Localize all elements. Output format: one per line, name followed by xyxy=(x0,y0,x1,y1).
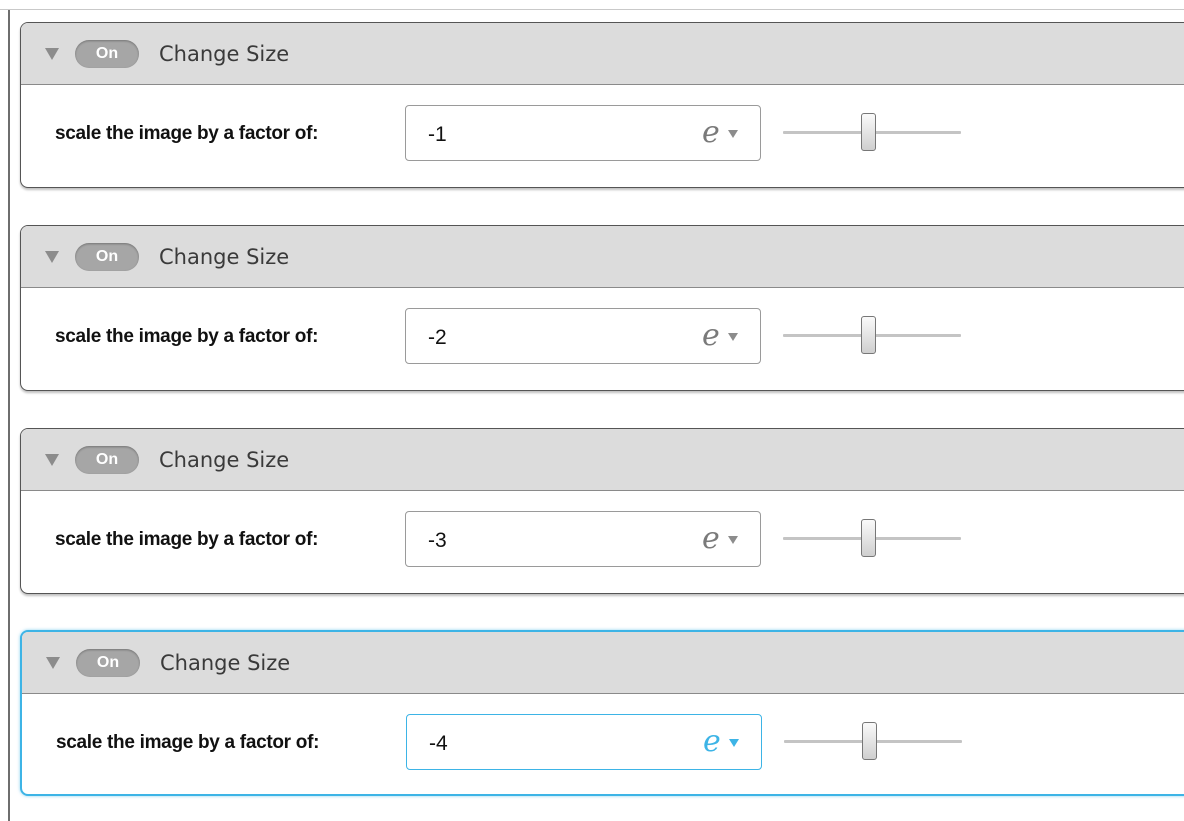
block-title: Change Size xyxy=(159,244,290,269)
block-body: scale the image by a factor of: -3 e xyxy=(21,491,1184,593)
block-title: Change Size xyxy=(159,41,290,66)
on-toggle[interactable]: On xyxy=(75,242,139,271)
scale-factor-label: scale the image by a factor of: xyxy=(55,529,319,550)
scale-factor-field[interactable]: -4 e xyxy=(406,714,762,770)
block-body: scale the image by a factor of: -1 e xyxy=(21,85,1184,187)
block-title: Change Size xyxy=(160,650,291,675)
scale-factor-field[interactable]: -2 e xyxy=(405,308,761,364)
collapse-triangle-icon[interactable] xyxy=(45,453,59,466)
chevron-down-icon[interactable] xyxy=(729,739,739,747)
scale-factor-value[interactable]: -1 xyxy=(428,123,447,147)
scale-factor-label: scale the image by a factor of: xyxy=(55,123,319,144)
block-header[interactable]: On Change Size xyxy=(21,226,1184,288)
change-size-block-3[interactable]: On Change Size scale the image by a fact… xyxy=(20,428,1184,594)
collapse-triangle-icon[interactable] xyxy=(46,656,60,669)
on-toggle[interactable]: On xyxy=(76,648,140,677)
scale-slider-thumb[interactable] xyxy=(860,113,876,151)
block-header[interactable]: On Change Size xyxy=(21,23,1184,85)
block-body: scale the image by a factor of: -4 e xyxy=(22,694,1184,794)
scale-slider-thumb[interactable] xyxy=(860,316,876,354)
on-toggle[interactable]: On xyxy=(75,445,139,474)
collapse-triangle-icon[interactable] xyxy=(45,47,59,60)
chevron-down-icon[interactable] xyxy=(728,130,738,138)
expression-e-icon[interactable]: e xyxy=(702,318,720,353)
chevron-down-icon[interactable] xyxy=(728,536,738,544)
scale-factor-field[interactable]: -1 e xyxy=(405,105,761,161)
chevron-down-icon[interactable] xyxy=(728,333,738,341)
collapse-triangle-icon[interactable] xyxy=(45,250,59,263)
scale-slider-thumb[interactable] xyxy=(861,722,877,760)
left-divider xyxy=(8,10,10,821)
scale-slider-thumb[interactable] xyxy=(860,519,876,557)
scale-factor-value[interactable]: -3 xyxy=(428,529,447,553)
scale-factor-label: scale the image by a factor of: xyxy=(55,326,319,347)
on-toggle[interactable]: On xyxy=(75,39,139,68)
scale-factor-field[interactable]: -3 e xyxy=(405,511,761,567)
block-header[interactable]: On Change Size xyxy=(21,429,1184,491)
scale-factor-value[interactable]: -4 xyxy=(429,732,448,756)
change-size-block-2[interactable]: On Change Size scale the image by a fact… xyxy=(20,225,1184,391)
change-size-block-4[interactable]: On Change Size scale the image by a fact… xyxy=(20,630,1184,796)
change-size-block-1[interactable]: On Change Size scale the image by a fact… xyxy=(20,22,1184,188)
scale-factor-label: scale the image by a factor of: xyxy=(56,732,320,753)
expression-e-icon[interactable]: e xyxy=(703,724,721,759)
block-body: scale the image by a factor of: -2 e xyxy=(21,288,1184,390)
expression-e-icon[interactable]: e xyxy=(702,521,720,556)
block-header[interactable]: On Change Size xyxy=(22,632,1184,694)
block-title: Change Size xyxy=(159,447,290,472)
scale-factor-value[interactable]: -2 xyxy=(428,326,447,350)
top-divider xyxy=(0,9,1184,10)
expression-e-icon[interactable]: e xyxy=(702,115,720,150)
